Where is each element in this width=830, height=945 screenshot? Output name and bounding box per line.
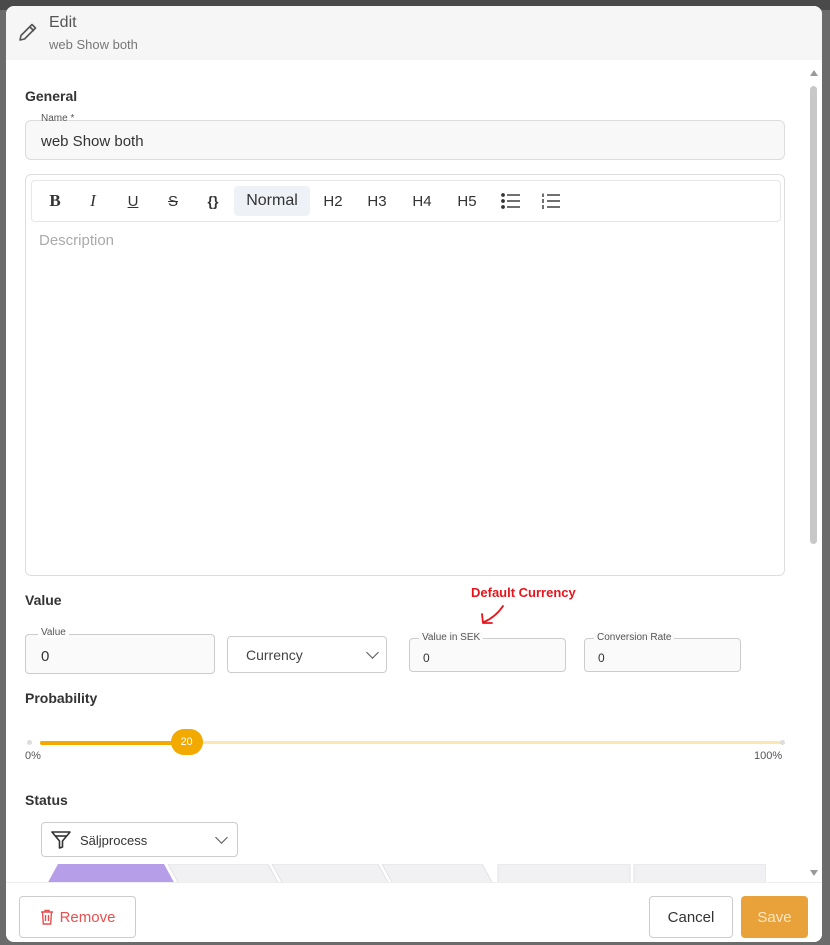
save-button[interactable]: Save [741, 896, 808, 938]
h4-button[interactable]: H4 [405, 186, 439, 216]
strikethrough-button[interactable]: S [158, 186, 188, 216]
bold-button[interactable]: B [40, 186, 70, 216]
italic-button[interactable]: I [78, 186, 108, 216]
numbered-list-icon[interactable] [534, 186, 568, 216]
probability-slider-fill [40, 741, 187, 745]
description-placeholder: Description [39, 232, 115, 249]
conversion-rate-field[interactable]: Conversion Rate 0 [584, 632, 741, 672]
value-input[interactable]: Value 0 [25, 627, 215, 674]
name-value: web Show both [41, 133, 144, 150]
h5-button[interactable]: H5 [450, 186, 484, 216]
value-in-sek-value: 0 [423, 651, 430, 665]
edit-modal: Edit web Show both General Name * web Sh… [6, 6, 822, 942]
funnel-icon [51, 831, 71, 854]
name-field[interactable]: Name * web Show both [25, 113, 785, 160]
chevron-down-icon [215, 831, 228, 844]
slider-end-dot [780, 740, 785, 745]
trash-icon [40, 909, 54, 925]
bullet-list-icon[interactable] [494, 186, 528, 216]
modal-footer: Remove Cancel Save [6, 882, 822, 942]
probability-max-label: 100% [754, 750, 783, 762]
value-in-sek-label: Value in SEK [419, 632, 484, 643]
status-select-value: Säljprocess [80, 833, 148, 848]
value-section-title: Value [25, 592, 62, 608]
status-select[interactable]: Säljprocess [41, 822, 238, 857]
annotation-arrow-icon [481, 605, 504, 624]
probability-section-title: Probability [25, 690, 98, 706]
general-section-title: General [25, 88, 78, 104]
underline-button[interactable]: U [118, 186, 148, 216]
value-in-sek-field[interactable]: Value in SEK 0 [409, 632, 566, 672]
normal-button[interactable]: Normal [234, 186, 310, 216]
value-input-value: 0 [41, 648, 50, 665]
scroll-down-icon[interactable] [810, 870, 818, 876]
h3-button[interactable]: H3 [360, 186, 394, 216]
modal-title: Edit [49, 14, 77, 31]
default-currency-annotation: Default Currency [471, 585, 576, 600]
scroll-thumb[interactable] [810, 86, 817, 544]
scroll-up-icon[interactable] [810, 70, 818, 76]
scrollbar[interactable] [807, 66, 819, 886]
name-label: Name * [41, 113, 75, 124]
conversion-rate-label: Conversion Rate [594, 632, 675, 643]
description-editor[interactable]: B I U S {} Normal H2 H3 H4 H5 Descriptio… [25, 174, 785, 576]
remove-button-label: Remove [59, 908, 116, 926]
currency-select[interactable]: Currency [227, 636, 387, 673]
code-button[interactable]: {} [198, 186, 228, 216]
cancel-button[interactable]: Cancel [649, 896, 733, 938]
probability-slider-thumb[interactable]: 20 [170, 729, 203, 755]
remove-button[interactable]: Remove [19, 896, 136, 938]
modal-subtitle: web Show both [49, 37, 138, 52]
value-label: Value [38, 627, 69, 638]
probability-min-label: 0% [25, 750, 41, 762]
status-section-title: Status [25, 792, 68, 808]
editor-toolbar: B I U S {} Normal H2 H3 H4 H5 [31, 180, 781, 222]
h2-button[interactable]: H2 [316, 186, 350, 216]
pencil-icon [16, 20, 40, 44]
modal-header: Edit web Show both [6, 6, 822, 60]
chevron-down-icon [366, 646, 379, 659]
slider-start-dot [27, 740, 32, 745]
currency-select-value: Currency [246, 647, 303, 663]
conversion-rate-value: 0 [598, 651, 605, 665]
